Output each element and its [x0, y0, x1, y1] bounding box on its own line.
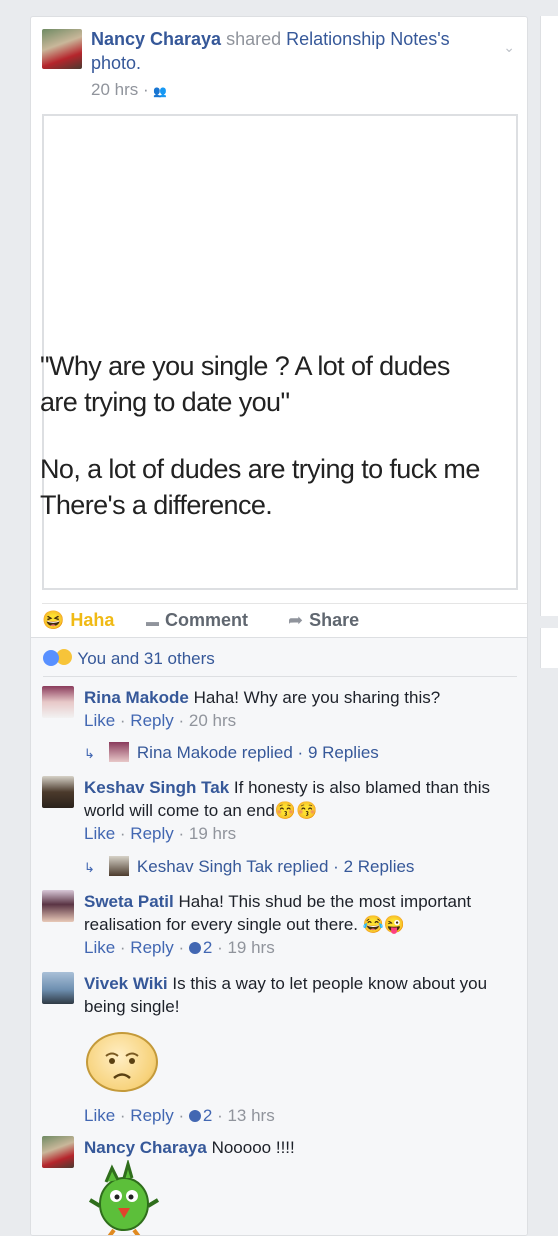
comment-icon: ▬	[146, 614, 159, 629]
comment-button[interactable]: ▬ Comment	[146, 610, 248, 631]
comment-likes[interactable]: 2	[188, 1106, 213, 1125]
comment-time[interactable]: 19 hrs	[227, 938, 274, 957]
comment-text: Nooooo !!!!	[211, 1138, 295, 1157]
commenter-name[interactable]: Nancy Charaya	[84, 1138, 207, 1157]
reply-link[interactable]: Reply	[130, 1106, 173, 1125]
photo-line: "Why are you single ? A lot of dudes	[40, 351, 450, 381]
comment-text: Haha! Why are you sharing this?	[193, 688, 441, 707]
comment-footer: Like · Reply · 2 · 13 hrs	[84, 1106, 275, 1125]
post-action-bar: 😆 Haha ▬ Comment ➦ Share	[42, 603, 527, 638]
likes-count: 2	[202, 938, 213, 957]
like-link[interactable]: Like	[84, 938, 115, 957]
commenter-name[interactable]: Vivek Wiki	[84, 974, 168, 993]
photo-line: are trying to date you"	[40, 387, 290, 417]
commenter-name[interactable]: Sweta Patil	[84, 892, 174, 911]
photo-line: There's a difference.	[40, 490, 273, 520]
like-link[interactable]: Like	[84, 711, 115, 730]
avatar[interactable]	[42, 776, 74, 808]
haha-label: Haha	[70, 610, 115, 630]
likes-count: 2	[202, 1106, 213, 1125]
comment-body: Vivek Wiki Is this a way to let people k…	[84, 972, 514, 1018]
author-name-link[interactable]: Nancy Charaya	[91, 29, 221, 49]
photo-quote: "Why are you single ? A lot of dudes are…	[40, 348, 520, 523]
action-text: shared	[226, 29, 282, 49]
post-headline: Nancy Charaya shared Relationship Notes'…	[91, 27, 491, 75]
shared-photo[interactable]: "Why are you single ? A lot of dudes are…	[40, 114, 520, 590]
replies-link[interactable]: ↳ Rina Makode replied · 9 Replies	[84, 742, 379, 763]
like-link[interactable]: Like	[84, 1106, 115, 1125]
comment-label: Comment	[165, 610, 249, 630]
sad-face-sticker[interactable]	[86, 1032, 158, 1092]
avatar[interactable]	[42, 686, 74, 718]
comment-time[interactable]: 20 hrs	[189, 711, 236, 730]
avatar[interactable]	[42, 890, 74, 922]
share-button[interactable]: ➦ Share	[288, 610, 359, 631]
sad-face-icon	[105, 1052, 139, 1079]
reply-arrow-icon: ↳	[84, 746, 95, 761]
like-icon	[188, 942, 201, 954]
share-label: Share	[309, 610, 360, 630]
feed-post-card: Nancy Charaya shared Relationship Notes'…	[30, 16, 528, 1236]
post-header: Nancy Charaya shared Relationship Notes'…	[41, 27, 521, 107]
commenter-name[interactable]: Keshav Singh Tak	[84, 778, 229, 797]
haha-icon: 😆	[42, 610, 65, 630]
angry-bird-sticker[interactable]	[84, 1158, 164, 1235]
reply-link[interactable]: Reply	[130, 824, 173, 843]
right-sidebar	[540, 16, 558, 616]
reactions-summary[interactable]: You and 31 others	[43, 648, 215, 669]
bird-icon	[88, 1158, 160, 1235]
divider	[43, 676, 517, 677]
replies-count: 2 Replies	[343, 857, 415, 876]
haha-button[interactable]: 😆 Haha	[42, 610, 114, 631]
commenter-name[interactable]: Rina Makode	[84, 688, 189, 707]
like-link[interactable]: Like	[84, 824, 115, 843]
right-sidebar-widget	[540, 628, 558, 668]
replies-link[interactable]: ↳ Keshav Singh Tak replied · 2 Replies	[84, 856, 414, 877]
replied-text: Rina Makode replied	[136, 743, 293, 762]
avatar[interactable]	[42, 1136, 74, 1168]
comment-body: Keshav Singh Tak If honesty is also blam…	[84, 778, 491, 843]
author-avatar[interactable]	[42, 29, 82, 69]
avatar[interactable]	[42, 972, 74, 1004]
avatar	[108, 856, 129, 876]
reply-arrow-icon: ↳	[84, 860, 95, 875]
comment-body: Sweta Patil Haha! This shud be the most …	[84, 892, 472, 957]
comment-likes[interactable]: 2	[188, 938, 213, 957]
replies-count: 9 Replies	[307, 743, 379, 762]
reply-link[interactable]: Reply	[130, 938, 173, 957]
comment-body: Rina Makode Haha! Why are you sharing th…	[84, 688, 441, 730]
photo-link[interactable]: photo.	[91, 53, 141, 73]
comment-time[interactable]: 19 hrs	[189, 824, 236, 843]
chevron-down-icon[interactable]: ⌄	[503, 39, 515, 56]
post-meta: 20 hrs · 👥	[91, 80, 168, 99]
avatar	[108, 742, 129, 762]
friends-icon[interactable]: 👥	[153, 86, 167, 98]
like-icon	[188, 1110, 201, 1122]
reactions-count: You and 31 others	[77, 649, 215, 668]
reply-link[interactable]: Reply	[130, 711, 173, 730]
comments-section: You and 31 others Rina Makode Haha! Why …	[31, 637, 527, 1235]
post-timestamp[interactable]: 20 hrs	[91, 80, 138, 99]
source-page-link[interactable]: Relationship Notes's	[286, 29, 450, 49]
comment-body: Nancy Charaya Nooooo !!!!	[84, 1136, 514, 1159]
photo-line: No, a lot of dudes are trying to fuck me	[40, 454, 480, 484]
like-reaction-icon	[43, 650, 59, 666]
replied-text: Keshav Singh Tak replied	[136, 857, 329, 876]
share-icon: ➦	[288, 610, 304, 630]
comment-time[interactable]: 13 hrs	[227, 1106, 274, 1125]
